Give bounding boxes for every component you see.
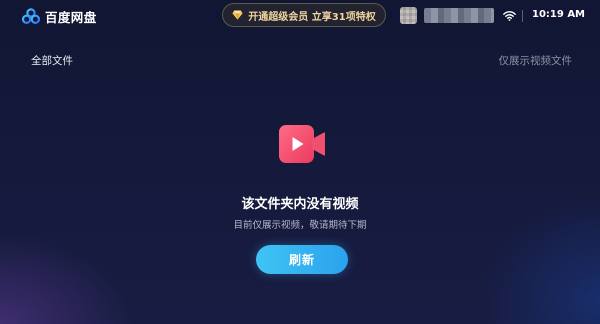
- app-name: 百度网盘: [45, 10, 97, 25]
- cloud-logo-icon: [22, 8, 40, 24]
- breadcrumb[interactable]: 全部文件: [31, 53, 73, 68]
- wifi-icon: [503, 11, 516, 21]
- refresh-button[interactable]: 刷新: [256, 245, 348, 274]
- empty-state-subtitle: 目前仅展示视频，敬请期待下期: [233, 220, 367, 231]
- clock: 10:19 AM: [532, 9, 586, 20]
- empty-state-title: 该文件夹内没有视频: [241, 197, 359, 212]
- refresh-label: 刷新: [288, 253, 315, 267]
- username-redacted[interactable]: [424, 8, 494, 23]
- vip-promo-label: 开通超级会员 立享31项特权: [248, 11, 376, 23]
- avatar[interactable]: [400, 7, 417, 24]
- vip-promo-button[interactable]: 开通超级会员 立享31项特权: [222, 3, 386, 27]
- status-divider: [522, 10, 523, 22]
- app-logo: 百度网盘: [22, 7, 97, 26]
- top-bar: 百度网盘 开通超级会员 立享31项特权 10:19 AM: [0, 0, 600, 32]
- filter-note: 仅展示视频文件: [498, 55, 573, 67]
- diamond-icon: [232, 10, 243, 20]
- video-camera-icon: [279, 125, 325, 163]
